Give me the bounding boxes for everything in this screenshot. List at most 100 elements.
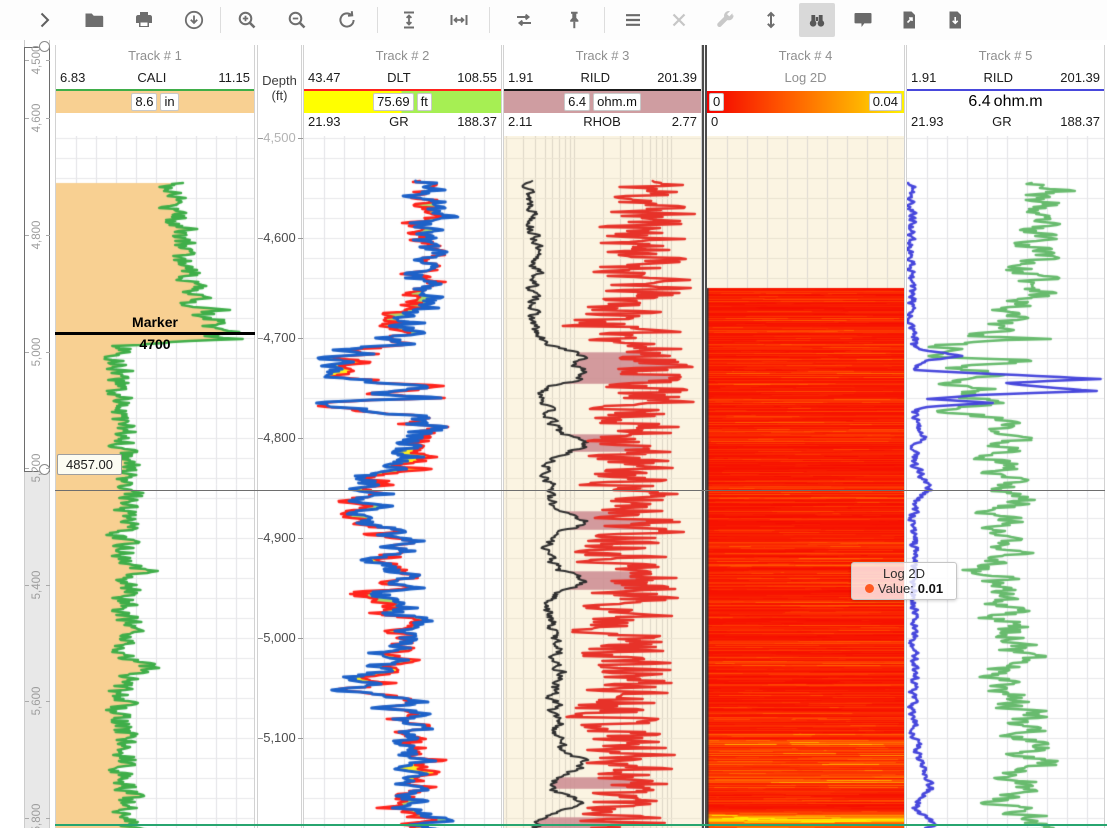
curve-value-chip: 75.69 (373, 93, 414, 111)
save-file-button[interactable] (937, 3, 973, 37)
fit-height-button[interactable] (391, 3, 427, 37)
overview-tick (25, 60, 29, 61)
curve-value: 6.4 (968, 93, 990, 111)
depth-track: Depth (ft) 4,5004,6004,7004,8004,9005,00… (257, 45, 302, 828)
comment-button[interactable] (845, 3, 881, 37)
zoom-in-icon (236, 9, 258, 31)
curve-max: 11.15 (218, 67, 250, 89)
well-marker-line[interactable] (55, 332, 255, 335)
overview-tick (46, 818, 50, 819)
resize-vertical-button[interactable] (753, 3, 789, 37)
zoom-in-button[interactable] (229, 3, 265, 37)
value-tooltip: Log 2D Value: 0.01 (851, 562, 957, 600)
printer-icon (133, 9, 155, 31)
overview-top-handle[interactable] (39, 41, 50, 52)
series-dot-icon (865, 584, 874, 593)
zoom-out-icon (286, 9, 308, 31)
axis-min: 0 (711, 113, 718, 131)
curve-header-rild[interactable]: 1.91 RILD 201.39 (504, 67, 701, 89)
curve-min: 21.93 (911, 113, 944, 131)
depth-overview-track[interactable]: 4,5004,6004,8005,0005,2005,4005,6005,800 (24, 40, 50, 828)
wrench-icon (714, 9, 736, 31)
empty-curve-row (56, 113, 254, 131)
comment-icon (852, 9, 874, 31)
overview-tick (25, 118, 29, 119)
curve-header-rild[interactable]: 1.91 RILD 201.39 (907, 67, 1104, 89)
curve-max: 201.39 (1060, 67, 1100, 89)
curve-header-gr[interactable]: 21.93 GR 188.37 (304, 113, 501, 131)
crosshair-depth-label: 4857.00 (57, 454, 122, 475)
reset-view-button[interactable] (329, 3, 365, 37)
curve-value-band: 75.69 ft (304, 91, 501, 113)
depth-tick (258, 638, 263, 639)
overview-tick (46, 585, 50, 586)
overview-tick (25, 585, 29, 586)
track-2-plot[interactable] (304, 136, 501, 828)
track-5: Track # 5 1.91 RILD 201.39 6.4 ohm.m 21.… (906, 45, 1105, 828)
swap-orientation-button[interactable] (506, 3, 542, 37)
menu-button[interactable] (615, 3, 651, 37)
log2d-label-row[interactable]: Log 2D (707, 67, 904, 89)
tools-button[interactable] (707, 3, 743, 37)
toolbar-group-fit (391, 3, 477, 37)
expand-panel-button[interactable] (26, 3, 62, 37)
overview-visible-window[interactable] (24, 47, 50, 472)
curve-name: RHOB (532, 113, 671, 131)
open-button[interactable] (76, 3, 112, 37)
arrows-vertical-icon (760, 9, 782, 31)
inspect-button[interactable] (799, 3, 835, 37)
colorbar-max-chip: 0.04 (869, 93, 902, 111)
crosshair-line (55, 490, 1105, 491)
track-3-plot[interactable] (504, 136, 701, 828)
log2d-axis-row: 0 (707, 113, 904, 131)
toolbar-separator (489, 7, 490, 33)
curve-value-chip: 8.6 (131, 93, 157, 111)
overview-tick (46, 60, 50, 61)
download-button[interactable] (176, 3, 212, 37)
depth-title-line1: Depth (258, 73, 301, 88)
toolbar-group-file (76, 3, 212, 37)
file-download-icon (944, 9, 966, 31)
curve-header-dlt[interactable]: 43.47 DLT 108.55 (304, 67, 501, 89)
fit-width-button[interactable] (441, 3, 477, 37)
overview-tick (25, 235, 29, 236)
curve-name: CALI (85, 67, 218, 89)
depth-tick (258, 338, 263, 339)
overview-tick (25, 352, 29, 353)
curve-header-rhob[interactable]: 2.11 RHOB 2.77 (504, 113, 701, 131)
well-log-viewer: 4,5004,6004,8005,0005,2005,4005,6005,800… (0, 0, 1107, 828)
colorbar-min-chip: 0 (709, 93, 724, 111)
depth-tick (258, 238, 263, 239)
tooltip-title: Log 2D (856, 566, 952, 581)
track-title: Track # 5 (907, 45, 1104, 67)
curve-max: 108.55 (457, 67, 497, 89)
curve-header-cali[interactable]: 6.83 CALI 11.15 (56, 67, 254, 89)
track-title: Track # 4 (707, 45, 904, 67)
print-button[interactable] (126, 3, 162, 37)
folder-icon (83, 9, 105, 31)
track-4-heatmap[interactable] (707, 136, 904, 828)
track-4-header[interactable]: Track # 4 Log 2D 0 0.04 0 (707, 45, 904, 131)
overview-tick (46, 468, 50, 469)
download-circle-icon (183, 9, 205, 31)
curve-header-gr[interactable]: 21.93 GR 188.37 (907, 113, 1104, 131)
pin-button[interactable] (556, 3, 592, 37)
track-1-header[interactable]: Track # 1 6.83 CALI 11.15 8.6 in (56, 45, 254, 131)
export-file-button[interactable] (891, 3, 927, 37)
curve-max: 188.37 (1060, 113, 1100, 131)
track-1-plot[interactable] (56, 136, 254, 828)
track-3: Track # 3 1.91 RILD 201.39 6.4 ohm.m 2.1… (503, 45, 702, 828)
track-2-header[interactable]: Track # 2 43.47 DLT 108.55 75.69 ft 21.9… (304, 45, 501, 131)
curve-min: 21.93 (308, 113, 341, 131)
zoom-out-button[interactable] (279, 3, 315, 37)
toolbar-group-nav (26, 3, 62, 37)
file-export-icon (898, 9, 920, 31)
overview-bottom-handle[interactable] (39, 464, 50, 475)
track-5-plot[interactable] (907, 136, 1104, 828)
depth-tick-label: 4,500 (258, 130, 301, 145)
curve-min: 6.83 (60, 67, 85, 89)
track-5-header[interactable]: Track # 5 1.91 RILD 201.39 6.4 ohm.m 21.… (907, 45, 1104, 131)
close-button[interactable] (661, 3, 697, 37)
depth-tick-label: 4,800 (258, 430, 301, 445)
track-3-header[interactable]: Track # 3 1.91 RILD 201.39 6.4 ohm.m 2.1… (504, 45, 701, 131)
